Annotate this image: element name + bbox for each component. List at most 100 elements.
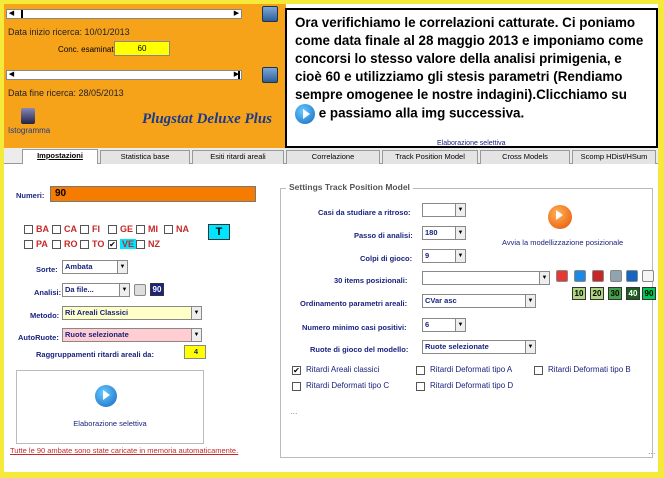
dropdown-arrow-icon[interactable]: ▼	[525, 341, 535, 353]
passo-select[interactable]: 180 ▼	[422, 226, 466, 240]
items-select[interactable]: ▼	[422, 271, 550, 285]
tab-esiti-ritardi[interactable]: Esiti ritardi areali	[192, 150, 284, 164]
dropdown-arrow-icon[interactable]: ▼	[119, 284, 129, 296]
save-icon[interactable]	[626, 270, 638, 282]
start-date-label: Data inizio ricerca:	[8, 27, 83, 37]
wheel-label-fi: FI	[92, 224, 100, 234]
ritardi-checkbox[interactable]	[416, 382, 425, 391]
wheel-checkbox-ca[interactable]	[52, 225, 61, 234]
tab-bar: Impostazioni Statistica base Esiti ritar…	[4, 148, 658, 164]
end-date-label: Data fine ricerca:	[8, 88, 77, 98]
avvia-button[interactable]	[548, 205, 572, 229]
dropdown-arrow-icon[interactable]: ▼	[455, 227, 465, 239]
dropdown-arrow-icon[interactable]: ▼	[455, 250, 465, 262]
numeri-input[interactable]: 90	[50, 186, 256, 202]
arrow-right-icon[interactable]: ▶	[232, 71, 241, 79]
analisi-select[interactable]: Da file... ▼	[62, 283, 130, 297]
wheel-label-pa: PA	[36, 239, 48, 249]
analisi-count: 90	[150, 283, 164, 296]
dropdown-arrow-icon[interactable]: ▼	[191, 307, 201, 319]
num-button-10[interactable]: 10	[572, 287, 586, 300]
passo-value: 180	[425, 228, 438, 237]
min-casi-select[interactable]: 6 ▼	[422, 318, 466, 332]
autoruote-select[interactable]: Ruote selezionate ▼	[62, 328, 202, 342]
tab-track-position[interactable]: Track Position Model	[382, 150, 478, 164]
tutorial-note: Ora verifichiamo le correlazioni cattura…	[285, 8, 658, 148]
status-footer: Tutte le 90 ambate sono state caricate i…	[10, 446, 239, 455]
num-button-30[interactable]: 30	[608, 287, 622, 300]
add-icon[interactable]	[574, 270, 586, 282]
dropdown-arrow-icon[interactable]: ▼	[455, 319, 465, 331]
arrow-left-icon[interactable]: ◀	[7, 10, 16, 18]
autoruote-label: AutoRuote:	[18, 333, 59, 342]
edit-icon[interactable]	[642, 270, 654, 282]
tab-scomp[interactable]: Scomp HDist/HSum	[572, 150, 656, 164]
dropdown-arrow-icon[interactable]: ▼	[525, 295, 535, 307]
concorsi-input[interactable]: 60	[114, 41, 170, 56]
wheel-checkbox-ve[interactable]: ✔	[108, 240, 117, 249]
sorte-select[interactable]: Ambata ▼	[62, 260, 128, 274]
dropdown-arrow-icon[interactable]: ▼	[539, 272, 549, 284]
num-button-20[interactable]: 20	[590, 287, 604, 300]
arrow-right-icon[interactable]: ▶	[232, 10, 241, 18]
settings-red-icon[interactable]	[556, 270, 568, 282]
num-button-40[interactable]: 40	[626, 287, 640, 300]
dropdown-arrow-icon[interactable]: ▼	[455, 204, 465, 216]
elaborazione-button[interactable]	[95, 385, 117, 407]
wheel-checkbox-fi[interactable]	[80, 225, 89, 234]
wheel-checkbox-ba[interactable]	[24, 225, 33, 234]
app-brand: Plugstat Deluxe Plus	[142, 111, 273, 127]
delete-icon[interactable]	[592, 270, 604, 282]
wheel-checkbox-nz[interactable]	[136, 240, 145, 249]
wheel-checkbox-na[interactable]	[164, 225, 173, 234]
autoruote-value: Ruote selezionate	[65, 330, 129, 339]
dropdown-arrow-icon[interactable]: ▼	[117, 261, 127, 273]
ruote-label: Ruote di gioco del modello:	[310, 345, 409, 354]
date-panel: ◀ ▶ Data inizio ricerca: 10/01/2013 Conc…	[4, 4, 286, 148]
dropdown-arrow-icon[interactable]: ▼	[191, 329, 201, 341]
metodo-label: Metodo:	[30, 311, 60, 320]
raggruppamenti-input[interactable]: 4	[184, 345, 206, 359]
wheel-checkbox-ro[interactable]	[52, 240, 61, 249]
start-date-slider[interactable]: ◀ ▶	[6, 9, 242, 19]
ritardi-checkbox[interactable]	[292, 382, 301, 391]
metodo-select[interactable]: Rit Areali Classici ▼	[62, 306, 202, 320]
grid-icon[interactable]	[134, 284, 146, 296]
ritardi-checkbox[interactable]: ✔	[292, 366, 301, 375]
ritardi-label: Ritardi Deformati tipo D	[430, 381, 514, 390]
calendar-icon[interactable]	[262, 67, 278, 83]
num-button-90[interactable]: 90	[642, 287, 656, 300]
ritardi-label: Ritardi Deformati tipo A	[430, 365, 513, 374]
casi-label: Casi da studiare a ritroso:	[318, 208, 411, 217]
wheel-checkbox-to[interactable]	[80, 240, 89, 249]
ritardi-checkbox[interactable]	[534, 366, 543, 375]
arrow-left-icon[interactable]: ◀	[7, 71, 16, 79]
tab-impostazioni[interactable]: Impostazioni	[22, 149, 98, 164]
tab-correlazione[interactable]: Correlazione	[286, 150, 380, 164]
note-text: Ora verifichiamo le correlazioni cattura…	[295, 15, 644, 102]
colpi-select[interactable]: 9 ▼	[422, 249, 466, 263]
wheel-checkbox-pa[interactable]	[24, 240, 33, 249]
sorte-value: Ambata	[65, 262, 93, 271]
items-label: 30 items posizionali:	[334, 276, 408, 285]
min-casi-label: Numero minimo casi positivi:	[302, 323, 407, 332]
tab-cross-models[interactable]: Cross Models	[480, 150, 570, 164]
grid-icon[interactable]	[610, 270, 622, 282]
select-all-button[interactable]: T	[208, 224, 230, 240]
histogram-button[interactable]: Istogramma	[8, 108, 50, 135]
ruote-select[interactable]: Ruote selezionate ▼	[422, 340, 536, 354]
ritardi-checkbox[interactable]	[416, 366, 425, 375]
more-dots: ...	[648, 446, 656, 456]
wheel-label-ge: GE	[120, 224, 134, 234]
wheel-checkbox-ge[interactable]	[108, 225, 117, 234]
calendar-icon[interactable]	[262, 6, 278, 22]
slider-thumb[interactable]	[21, 10, 23, 18]
tab-statistica-base[interactable]: Statistica base	[100, 150, 190, 164]
casi-select[interactable]: ▼	[422, 203, 466, 217]
min-casi-value: 6	[425, 320, 430, 329]
ordinamento-value: CVar asc	[425, 296, 457, 305]
end-date-slider[interactable]: ◀ ▶	[6, 70, 242, 80]
ordinamento-select[interactable]: CVar asc ▼	[422, 294, 536, 308]
wheel-checkbox-mi[interactable]	[136, 225, 145, 234]
ritardi-label: Ritardi Deformati tipo B	[548, 365, 631, 374]
